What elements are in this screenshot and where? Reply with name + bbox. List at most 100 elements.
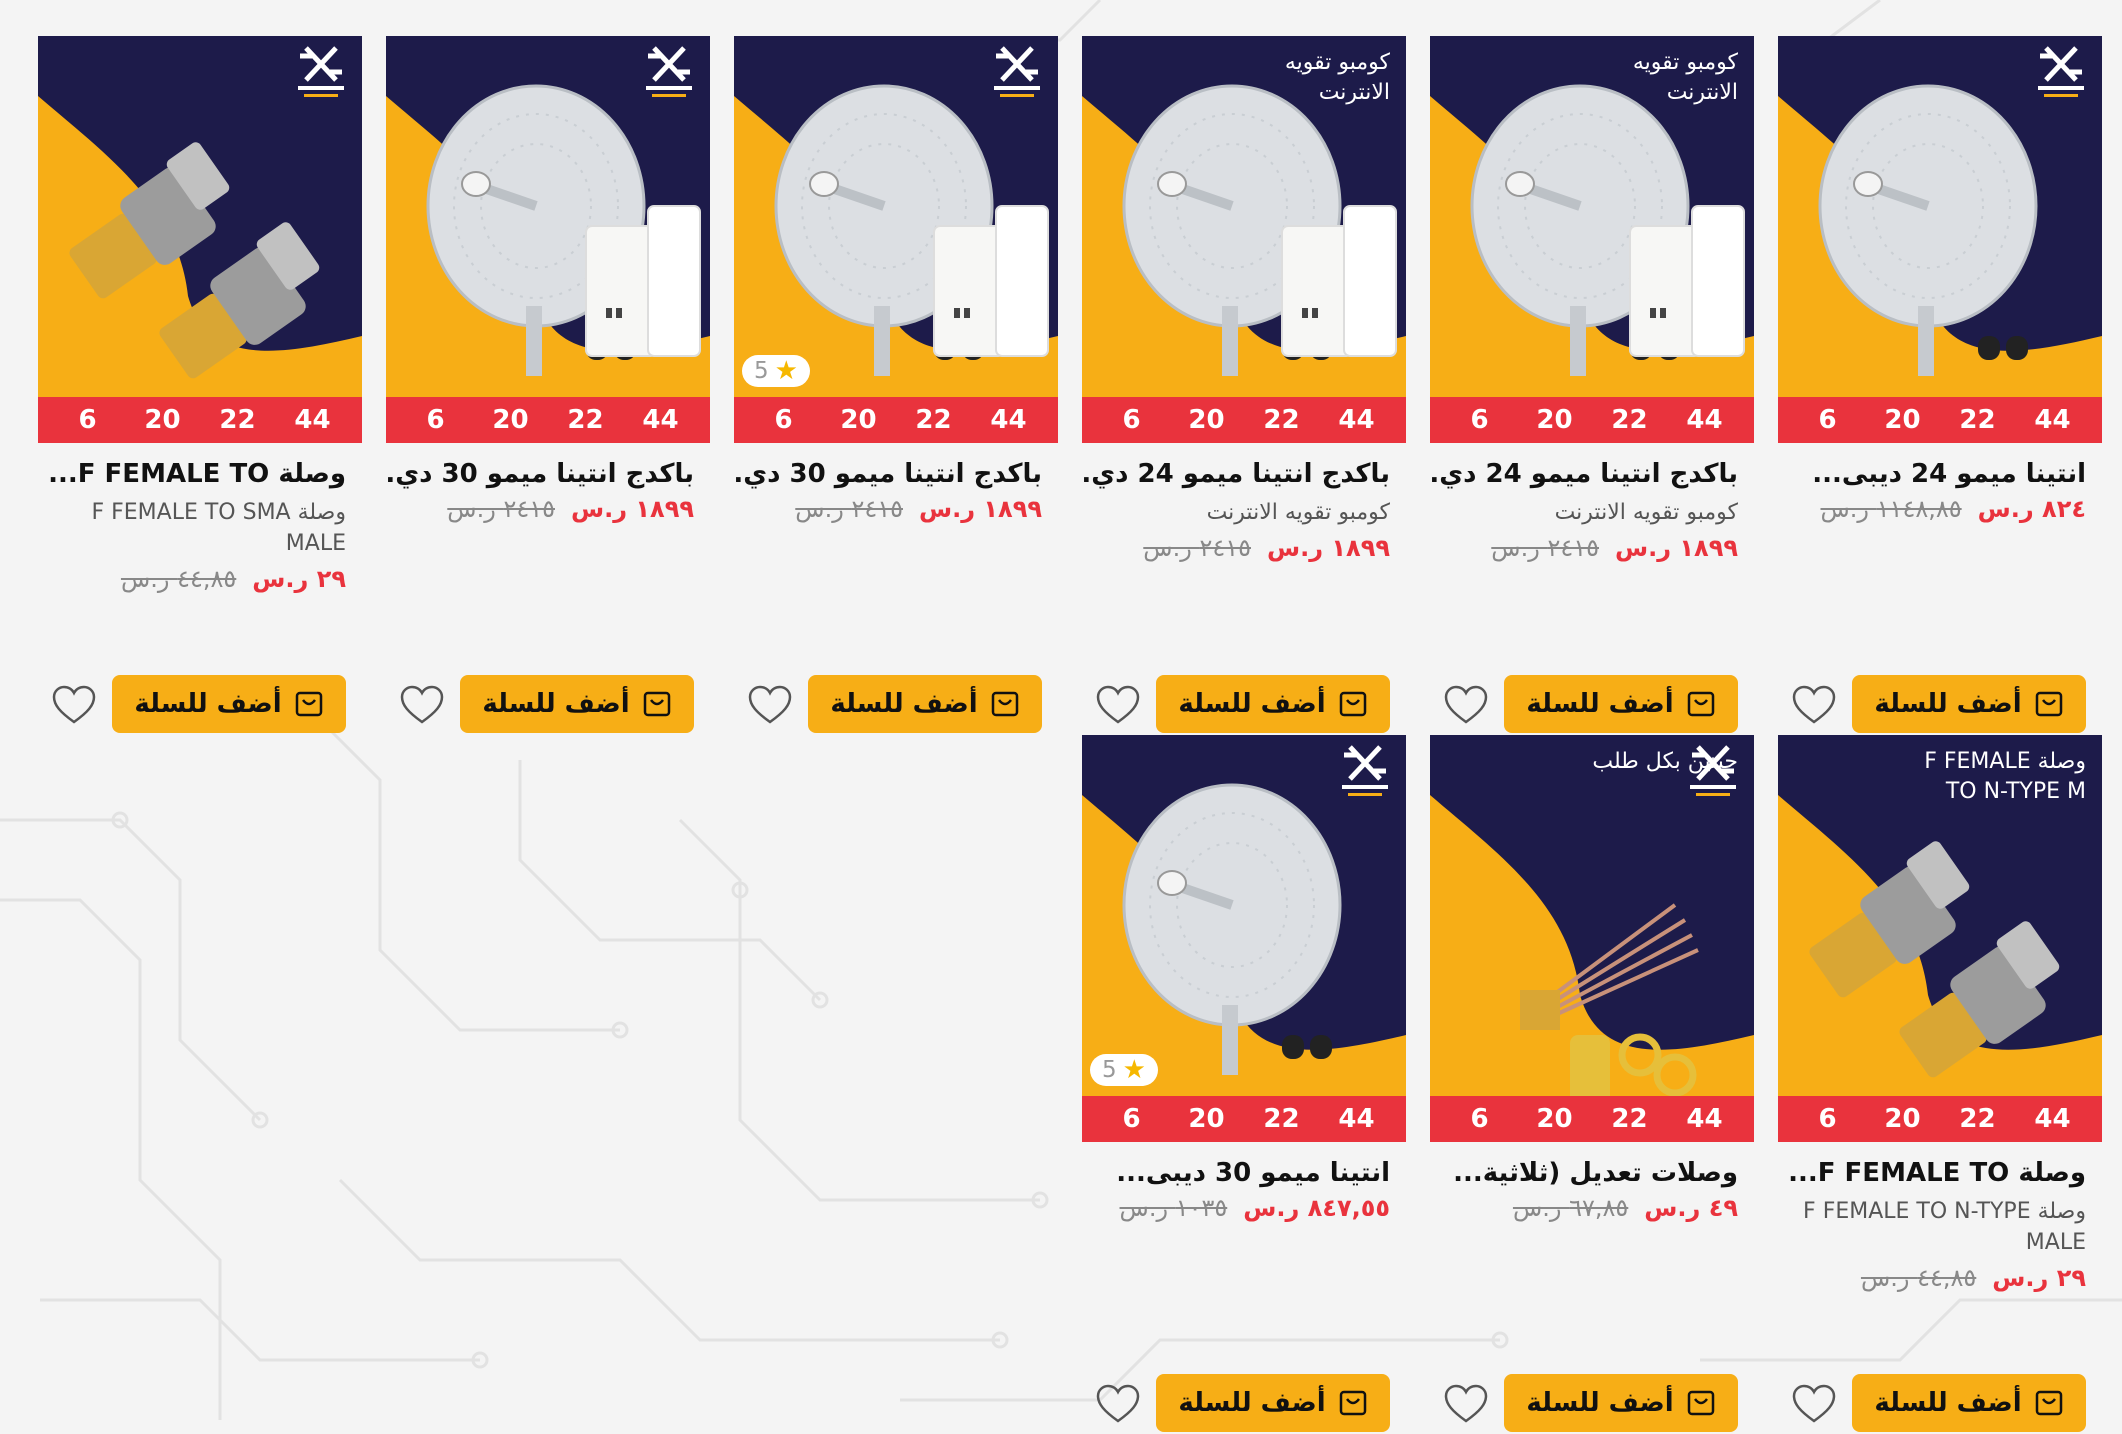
product-card[interactable]: 5 ★ 6 20 22 44 انتينا ميمو 30 ديبى... ٨٤٧,٥٥…	[1082, 735, 1406, 1434]
size-option[interactable]: 20	[1530, 405, 1580, 435]
size-option[interactable]: 6	[1803, 1104, 1853, 1134]
size-option[interactable]: 6	[1803, 405, 1853, 435]
product-image[interactable]: كومبو تقويه الانترنت 6 20 22 44	[1082, 36, 1406, 443]
wishlist-heart-icon[interactable]	[1444, 1384, 1488, 1424]
size-option[interactable]: 44	[1680, 405, 1730, 435]
product-title[interactable]: باكدج انتينا ميمو 30 دي...	[386, 459, 710, 489]
size-option[interactable]: 20	[486, 405, 536, 435]
card-actions: أضف للسلة	[386, 675, 710, 735]
size-option[interactable]: 22	[213, 405, 263, 435]
size-option[interactable]: 44	[1332, 1104, 1382, 1134]
card-actions: أضف للسلة	[1082, 1374, 1406, 1434]
add-to-cart-button[interactable]: أضف للسلة	[1852, 675, 2086, 733]
wishlist-heart-icon[interactable]	[400, 685, 444, 725]
size-option[interactable]: 20	[1878, 1104, 1928, 1134]
product-image[interactable]: 6 20 22 44	[1778, 36, 2102, 443]
size-option[interactable]: 6	[1107, 405, 1157, 435]
product-card[interactable]: 6 20 22 44 انتينا ميمو 24 ديبى... ٨٢٤ ر.س ١…	[1778, 36, 2102, 735]
add-to-cart-button[interactable]: أضف للسلة	[1504, 1374, 1738, 1432]
network-gate-logo	[646, 46, 692, 97]
add-to-cart-button[interactable]: أضف للسلة	[1156, 675, 1390, 733]
product-title[interactable]: باكدج انتينا ميمو 24 دي...	[1430, 459, 1754, 489]
product-card[interactable]: 5★ 6 20 22 44 باكدج انتينا ميمو 30 دي... ١٨…	[734, 36, 1058, 735]
add-to-cart-label: أضف للسلة	[830, 689, 978, 719]
product-card[interactable]: كومبو تقويه الانترنت 6 20 22 44 باكدج انتين…	[1430, 36, 1754, 735]
size-options-bar: 6 20 22 44	[1430, 397, 1754, 443]
size-option[interactable]: 6	[63, 405, 113, 435]
product-card[interactable]: 6 20 22 44 باكدج انتينا ميمو 30 دي... ١٨٩٩ …	[386, 36, 710, 735]
product-title[interactable]: انتينا ميمو 24 ديبى...	[1778, 459, 2102, 489]
card-actions: أضف للسلة	[1778, 1374, 2102, 1434]
size-option[interactable]: 6	[1455, 1104, 1505, 1134]
size-option[interactable]: 6	[1455, 405, 1505, 435]
add-to-cart-button[interactable]: أضف للسلة	[808, 675, 1042, 733]
add-to-cart-button[interactable]: أضف للسلة	[1852, 1374, 2086, 1432]
size-option[interactable]: 22	[1257, 405, 1307, 435]
product-subtitle: وصلة F FEMALE TO SMA MALE	[91, 500, 346, 556]
star-icon: ★	[774, 356, 798, 386]
wishlist-heart-icon[interactable]	[1096, 1384, 1140, 1424]
card-actions: أضف للسلة	[1430, 1374, 1754, 1434]
product-image[interactable]: 6 20 22 44	[38, 36, 362, 443]
size-option[interactable]: 6	[1107, 1104, 1157, 1134]
size-option[interactable]: 44	[288, 405, 338, 435]
size-option[interactable]: 22	[909, 405, 959, 435]
rating-value: 5	[754, 358, 769, 384]
size-option[interactable]: 20	[1182, 405, 1232, 435]
cart-bag-icon	[991, 691, 1018, 717]
add-to-cart-label: أضف للسلة	[1874, 1388, 2022, 1418]
size-options-bar: 6 20 22 44	[38, 397, 362, 443]
size-option[interactable]: 20	[1530, 1104, 1580, 1134]
cart-bag-icon	[295, 691, 322, 717]
size-option[interactable]: 44	[1332, 405, 1382, 435]
size-option[interactable]: 22	[1257, 1104, 1307, 1134]
wishlist-heart-icon[interactable]	[52, 685, 96, 725]
size-option[interactable]: 44	[636, 405, 686, 435]
old-price: ٤٤,٨٥ ر.س	[120, 565, 237, 593]
size-option[interactable]: 20	[1878, 405, 1928, 435]
product-image[interactable]: حبتين بكل طلب 6 20 22 44	[1430, 735, 1754, 1142]
size-option[interactable]: 20	[1182, 1104, 1232, 1134]
product-title[interactable]: وصلة F FEMALE TO...	[38, 459, 362, 489]
product-card[interactable]: حبتين بكل طلب 6 20 22 44 وصلات تعديل (ثلاثي…	[1430, 735, 1754, 1434]
product-card[interactable]: وصلة F FEMALE TO N-TYPE M 6 20 22 44 وصلة F…	[1778, 735, 2102, 1434]
size-option[interactable]: 6	[759, 405, 809, 435]
current-price: ١٨٩٩ ر.س	[1615, 534, 1738, 562]
size-options-bar: 6 20 22 44	[1430, 1096, 1754, 1142]
wishlist-heart-icon[interactable]	[1444, 685, 1488, 725]
size-option[interactable]: 44	[2028, 405, 2078, 435]
product-image[interactable]: 5 ★ 6 20 22 44	[1082, 735, 1406, 1142]
product-image[interactable]: كومبو تقويه الانترنت 6 20 22 44	[1430, 36, 1754, 443]
product-card[interactable]: 6 20 22 44 وصلة F FEMALE TO... وصلة F FEMAL…	[38, 36, 362, 735]
product-title[interactable]: وصلات تعديل (ثلاثية...	[1430, 1158, 1754, 1188]
product-image[interactable]: 6 20 22 44	[386, 36, 710, 443]
size-option[interactable]: 20	[138, 405, 188, 435]
product-card[interactable]: كومبو تقويه الانترنت 6 20 22 44 باكدج انتين…	[1082, 36, 1406, 735]
add-to-cart-button[interactable]: أضف للسلة	[112, 675, 346, 733]
size-option[interactable]: 22	[1953, 405, 2003, 435]
product-title[interactable]: انتينا ميمو 30 ديبى...	[1082, 1158, 1406, 1188]
size-option[interactable]: 44	[984, 405, 1034, 435]
wishlist-heart-icon[interactable]	[1096, 685, 1140, 725]
price-row: ١٨٩٩ ر.س ٢٤١٥ ر.س	[386, 495, 710, 523]
size-option[interactable]: 44	[2028, 1104, 2078, 1134]
size-option[interactable]: 22	[1605, 1104, 1655, 1134]
add-to-cart-button[interactable]: أضف للسلة	[1504, 675, 1738, 733]
wishlist-heart-icon[interactable]	[1792, 1384, 1836, 1424]
size-option[interactable]: 22	[561, 405, 611, 435]
card-actions: أضف للسلة	[1082, 675, 1406, 735]
size-option[interactable]: 20	[834, 405, 884, 435]
size-option[interactable]: 44	[1680, 1104, 1730, 1134]
product-title[interactable]: وصلة F FEMALE TO...	[1778, 1158, 2102, 1188]
product-image[interactable]: وصلة F FEMALE TO N-TYPE M 6 20 22 44	[1778, 735, 2102, 1142]
product-title[interactable]: باكدج انتينا ميمو 30 دي...	[734, 459, 1058, 489]
wishlist-heart-icon[interactable]	[1792, 685, 1836, 725]
product-title[interactable]: باكدج انتينا ميمو 24 دي...	[1082, 459, 1406, 489]
size-option[interactable]: 6	[411, 405, 461, 435]
add-to-cart-button[interactable]: أضف للسلة	[1156, 1374, 1390, 1432]
wishlist-heart-icon[interactable]	[748, 685, 792, 725]
size-option[interactable]: 22	[1605, 405, 1655, 435]
size-option[interactable]: 22	[1953, 1104, 2003, 1134]
add-to-cart-button[interactable]: أضف للسلة	[460, 675, 694, 733]
product-image[interactable]: 5 ★ 6 20 22 44	[734, 36, 1058, 443]
